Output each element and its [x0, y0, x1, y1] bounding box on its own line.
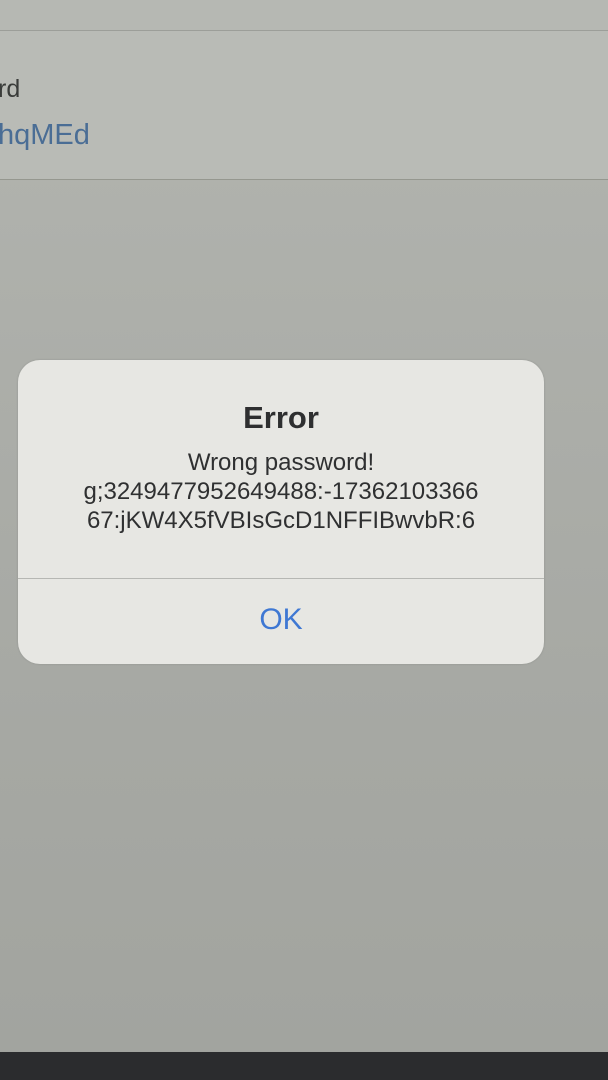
- alert-title: Error: [243, 400, 319, 435]
- device-bezel: [0, 1052, 608, 1080]
- password-field-value[interactable]: hqMEd: [0, 119, 90, 152]
- alert-message-line: Wrong password!: [187, 449, 375, 476]
- password-field-label: rd: [0, 75, 21, 103]
- password-field-cell[interactable]: rd hqMEd: [0, 31, 608, 180]
- alert-message-line: 67:jKW4X5fVBIsGcD1NFFIBwvbR:6: [86, 507, 476, 534]
- app-screen: rd hqMEd Error Wrong password! g;3249477…: [0, 0, 608, 1052]
- ok-button[interactable]: OK: [18, 579, 544, 664]
- top-cell: [0, 0, 608, 31]
- alert-message-line: g;3249477952649488:-17362103366: [83, 478, 479, 505]
- error-alert-dialog: Error Wrong password! g;3249477952649488…: [18, 360, 544, 664]
- alert-message: Wrong password! g;3249477952649488:-1736…: [18, 448, 544, 535]
